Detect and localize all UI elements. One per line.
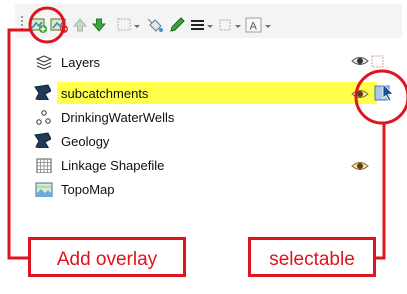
add-overlay-callout: Add overlay xyxy=(28,237,186,277)
add-overlay-leader-line xyxy=(7,28,30,260)
selectable-callout: selectable xyxy=(248,237,376,277)
selectable-highlight-circle xyxy=(354,69,407,125)
add-overlay-highlight-circle xyxy=(28,6,66,44)
